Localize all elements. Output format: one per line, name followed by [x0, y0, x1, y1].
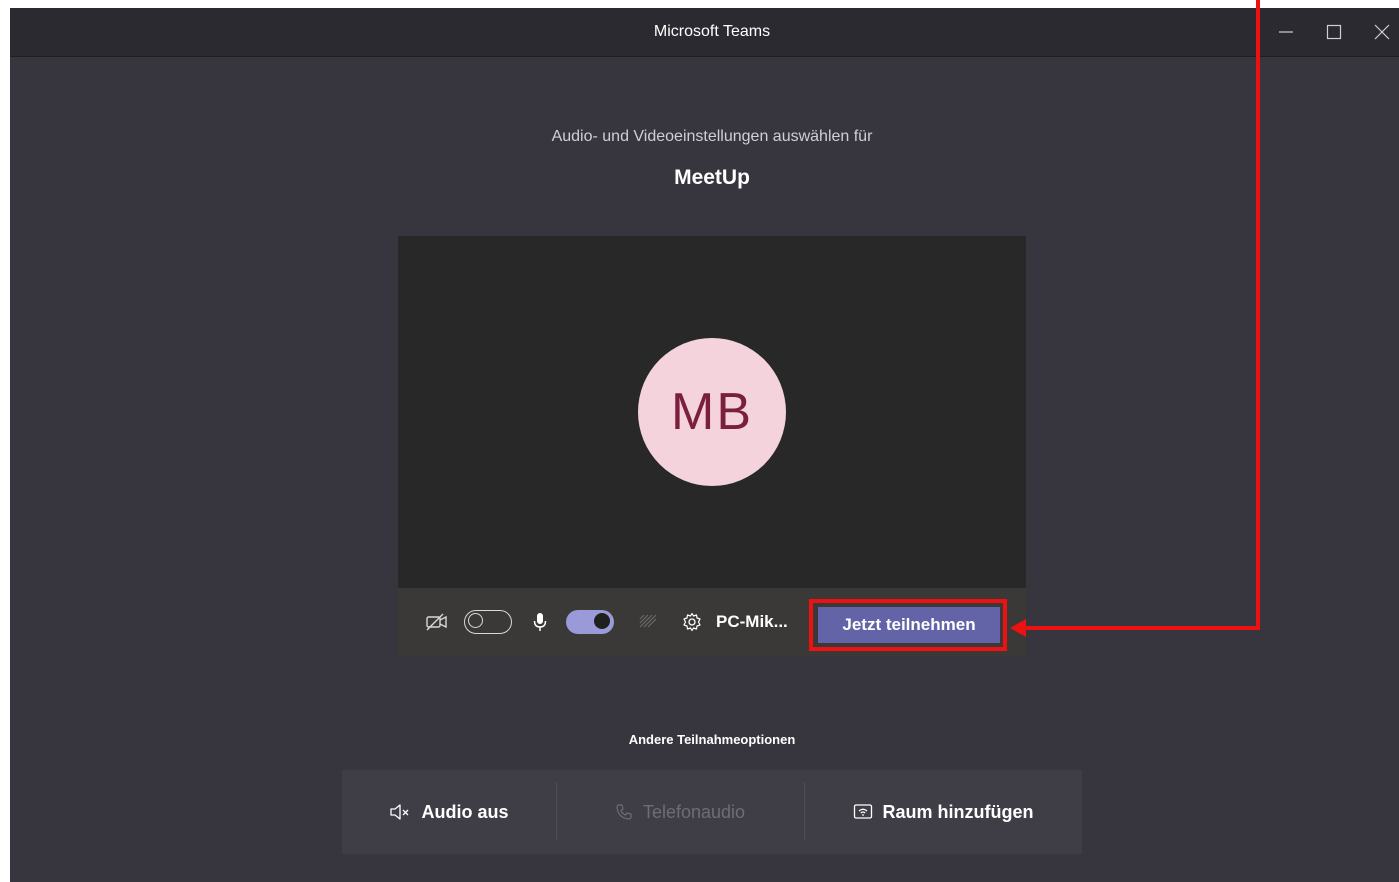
other-options-panel: Audio aus Telefonaudio Raum hinzufügen — [342, 770, 1082, 854]
phone-icon — [616, 804, 632, 820]
microphone-toggle[interactable] — [566, 610, 614, 634]
add-room-label: Raum hinzufügen — [882, 801, 1034, 822]
phone-audio-label: Telefonaudio — [642, 801, 746, 822]
close-icon — [1374, 24, 1390, 40]
background-blur-icon[interactable] — [636, 610, 660, 634]
camera-off-icon — [424, 610, 450, 634]
add-room-option[interactable]: Raum hinzufügen — [804, 770, 1082, 854]
window-title: Microsoft Teams — [653, 23, 771, 40]
video-preview: MB — [398, 236, 1026, 588]
join-now-button[interactable]: Jetzt teilnehmen — [818, 607, 1000, 643]
avatar: MB — [638, 338, 786, 486]
teams-window: Microsoft Teams Audio- und Videoeinstell… — [10, 8, 1399, 882]
audio-off-label: Audio aus — [421, 801, 509, 822]
maximize-icon — [1326, 24, 1342, 40]
minimize-button[interactable] — [1262, 8, 1310, 56]
speaker-muted-icon — [390, 804, 409, 820]
meeting-name: MeetUp — [674, 166, 750, 189]
microphone-icon — [530, 610, 550, 634]
prejoin-subtitle: Audio- und Videoeinstellungen auswählen … — [551, 128, 873, 145]
audio-off-option[interactable]: Audio aus — [342, 770, 556, 854]
minimize-icon — [1279, 31, 1293, 33]
title-bar: Microsoft Teams — [10, 8, 1399, 57]
microphone-toggle-knob — [594, 613, 610, 629]
phone-audio-option[interactable]: Telefonaudio — [556, 770, 804, 854]
gear-icon[interactable] — [680, 610, 704, 634]
maximize-button[interactable] — [1310, 8, 1358, 56]
room-cast-icon — [853, 804, 872, 819]
other-options-heading: Andere Teilnahmeoptionen — [628, 732, 796, 747]
camera-toggle[interactable] — [464, 610, 512, 634]
screenshot-canvas: Microsoft Teams Audio- und Videoeinstell… — [0, 0, 1399, 882]
avatar-initials: MB — [671, 383, 753, 441]
close-button[interactable] — [1358, 8, 1399, 56]
camera-toggle-knob — [468, 613, 483, 628]
audio-device-label[interactable]: PC-Mik... — [716, 608, 788, 636]
